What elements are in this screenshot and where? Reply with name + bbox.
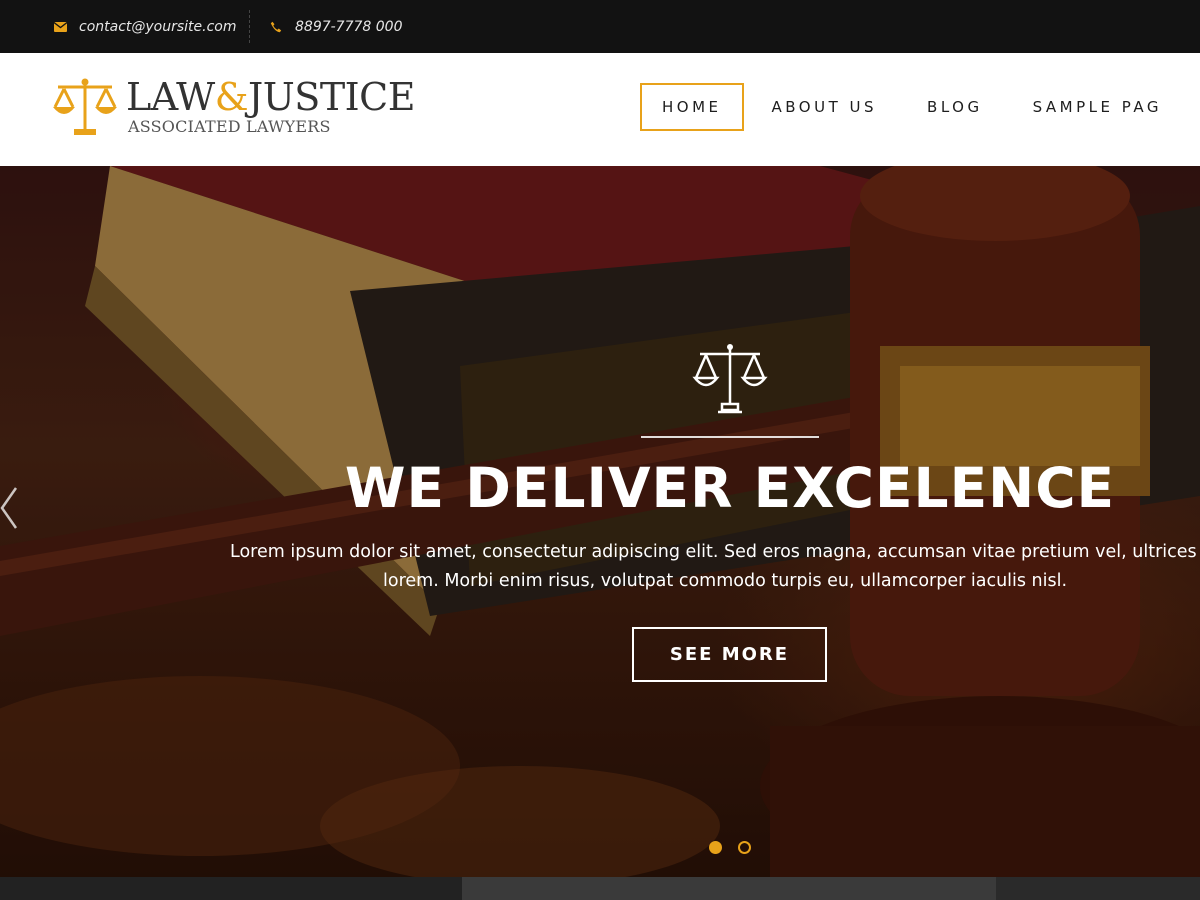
chevron-left-icon[interactable]: [0, 486, 20, 530]
logo-text: LAW&JUSTICE ASSOCIATED LAWYERS: [126, 77, 415, 136]
bottom-panel-3: [996, 877, 1200, 900]
hero-title: WE DELIVER EXCELENCE: [344, 456, 1116, 520]
contact-phone[interactable]: 8897-7778 000: [268, 0, 402, 53]
scales-icon: [53, 78, 117, 135]
site-logo[interactable]: LAW&JUSTICE ASSOCIATED LAWYERS: [52, 77, 415, 139]
bottom-panel-1: [0, 877, 462, 900]
nav-item-sample-page[interactable]: SAMPLE PAG: [1033, 83, 1162, 131]
slider-pagination: [709, 841, 767, 854]
logo-title-law: LAW: [126, 75, 215, 119]
main-nav: HOME ABOUT US BLOG SAMPLE PAG: [640, 83, 1162, 131]
hero-slider: WE DELIVER EXCELENCE Lorem ipsum dolor s…: [0, 166, 1200, 877]
logo-ampersand: &: [214, 75, 249, 119]
see-more-button[interactable]: SEE MORE: [632, 627, 827, 682]
top-bar: contact@yoursite.com 8897-7778 000: [0, 0, 1200, 53]
slider-dot-1[interactable]: [709, 841, 722, 854]
nav-item-home[interactable]: HOME: [640, 83, 744, 131]
logo-title: LAW&JUSTICE: [126, 77, 415, 117]
hero-overlay: [0, 166, 1200, 877]
phone-icon: [268, 21, 284, 33]
hero-description: Lorem ipsum dolor sit amet, consectetur …: [230, 538, 1200, 596]
hero-divider: [641, 436, 819, 438]
contact-email[interactable]: contact@yoursite.com: [52, 0, 237, 53]
logo-subtitle: ASSOCIATED LAWYERS: [128, 117, 331, 136]
phone-text: 8897-7778 000: [295, 18, 403, 35]
nav-item-blog[interactable]: BLOG: [927, 83, 983, 131]
envelope-icon: [52, 21, 68, 32]
logo-title-justice: JUSTICE: [248, 75, 415, 119]
nav-item-about-us[interactable]: ABOUT US: [772, 83, 878, 131]
email-text: contact@yoursite.com: [79, 18, 237, 35]
hero-description-line-1: Lorem ipsum dolor sit amet, consectetur …: [230, 542, 1197, 562]
hero-description-line-2: lorem. Morbi enim risus, volutpat commod…: [383, 571, 1068, 591]
topbar-divider: [249, 10, 250, 43]
bottom-strip: [0, 877, 1200, 900]
scales-icon: [692, 344, 768, 414]
slider-dot-2[interactable]: [738, 841, 751, 854]
site-header: LAW&JUSTICE ASSOCIATED LAWYERS HOME ABOU…: [0, 53, 1200, 166]
bottom-panel-2: [462, 877, 996, 900]
